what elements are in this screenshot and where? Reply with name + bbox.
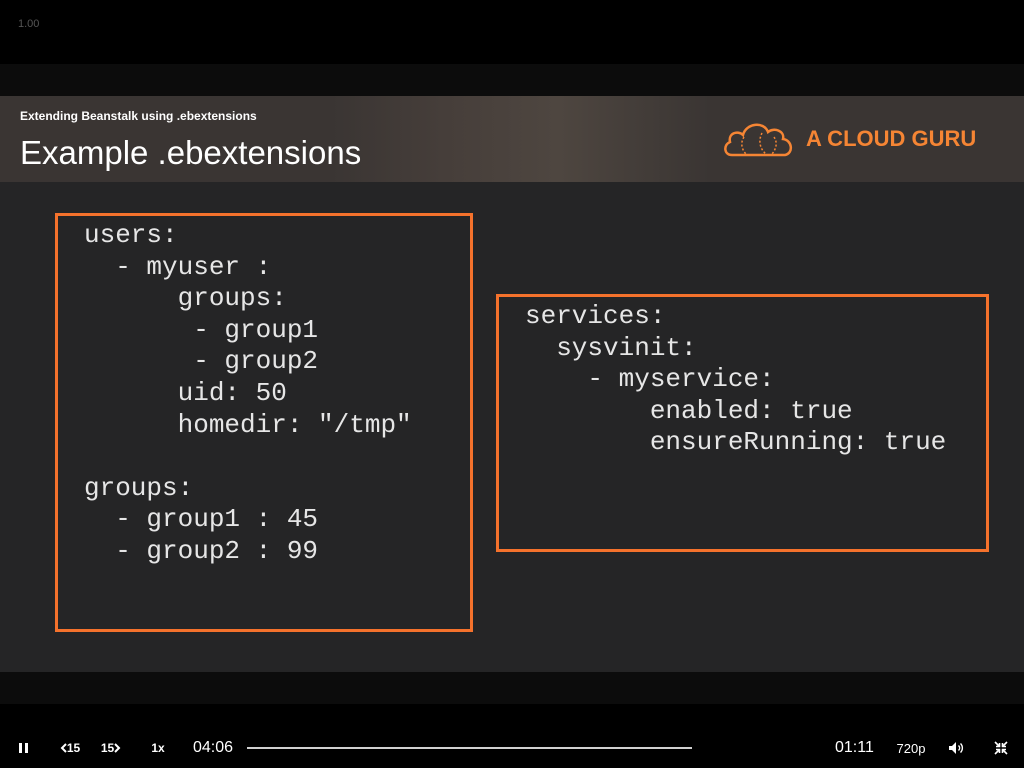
skip-forward-button[interactable]: 15 xyxy=(98,736,124,760)
quality-button[interactable]: 720p xyxy=(894,736,928,760)
code-services: services: sysvinit: - myservice: enabled… xyxy=(525,301,947,458)
chevron-right-icon xyxy=(114,743,121,753)
pause-button[interactable] xyxy=(12,736,34,760)
elapsed-time: 04:06 xyxy=(193,739,234,756)
chevron-left-icon xyxy=(60,743,67,753)
progress-bar[interactable] xyxy=(247,747,692,749)
skip-forward-label: 15 xyxy=(100,741,115,755)
slide-header: Extending Beanstalk using .ebextensions … xyxy=(0,96,1024,182)
cloud-logo-icon xyxy=(724,123,792,157)
skip-back-label: 15 xyxy=(66,741,81,755)
code-box-services: services: sysvinit: - myservice: enabled… xyxy=(496,294,989,552)
brand-name: A CLOUD GURU xyxy=(806,126,977,151)
exit-fullscreen-button[interactable] xyxy=(990,736,1012,760)
skip-back-button[interactable]: 15 xyxy=(57,736,83,760)
pause-icon xyxy=(18,743,22,753)
brand-logo: A CLOUD GURU xyxy=(722,114,1002,160)
slide-title: Example .ebextensions xyxy=(20,134,362,171)
volume-button[interactable] xyxy=(945,736,967,760)
slide-subtitle: Extending Beanstalk using .ebextensions xyxy=(20,109,257,123)
player-top-bar: 1.00 xyxy=(0,0,1024,64)
code-users-groups: users: - myuser : groups: - group1 - gro… xyxy=(84,220,412,566)
remaining-time: 01:11 xyxy=(835,739,874,756)
player-controls: 15 15 1x 04:06 01:11 720p xyxy=(0,704,1024,768)
slide-body: users: - myuser : groups: - group1 - gro… xyxy=(0,182,1024,672)
code-box-users: users: - myuser : groups: - group1 - gro… xyxy=(55,213,473,632)
playback-speed-button[interactable]: 1x xyxy=(148,736,168,760)
video-slide: Extending Beanstalk using .ebextensions … xyxy=(0,64,1024,704)
zoom-level-text: 1.00 xyxy=(18,18,40,30)
exit-fullscreen-icon xyxy=(994,741,1008,755)
header-background-shade xyxy=(330,96,710,182)
slide-bottom-strip xyxy=(0,672,1024,704)
volume-icon xyxy=(949,742,964,754)
